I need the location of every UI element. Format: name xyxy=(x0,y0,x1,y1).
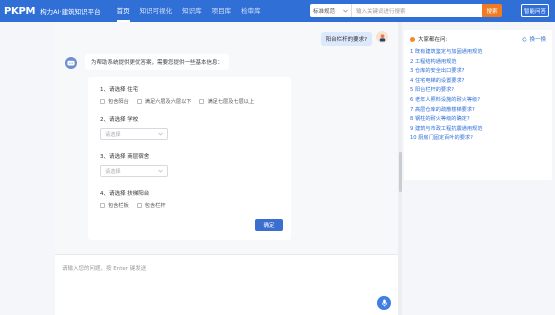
checkbox-icon[interactable] xyxy=(136,99,142,104)
panel-title: 大家都在问: xyxy=(410,35,447,43)
chat-area: 阳台栏杆的要求? 为帮助系统提供更优答案，需要您提供一些基本信息： 1、请选择 … xyxy=(55,22,398,315)
option-label: 满足六层及六层以下 xyxy=(144,99,192,105)
option-label: 满足七层及七层以上 xyxy=(207,99,255,105)
question-link[interactable]: 4 住宅电梯的设置要求? xyxy=(410,77,546,87)
search-bar: 标准规范 输入关键词进行搜索 搜索 xyxy=(310,4,502,17)
checkbox-icon[interactable] xyxy=(199,99,205,104)
question-link[interactable]: 3 仓库的安全出口要求? xyxy=(410,67,546,77)
option-checkbox[interactable]: 满足六层及六层以下 xyxy=(136,98,192,105)
nav-project-library[interactable]: 项目库 xyxy=(212,0,232,22)
nav-home[interactable]: 首页 xyxy=(116,0,130,22)
checkbox-icon[interactable] xyxy=(136,203,142,208)
info-form-card: 1、请选择 住宅 包含阳台 满足六层及六层以下 满足七层及七层以上 2、请选择 … xyxy=(88,77,291,240)
question-title: 1、请选择 住宅 xyxy=(100,87,139,93)
question-link[interactable]: 1 既有建筑鉴定与加固通用规范 xyxy=(410,48,546,58)
chat-scrollbar[interactable] xyxy=(398,22,402,315)
chevron-down-icon xyxy=(158,169,163,173)
dormitory-select[interactable]: 请选择 xyxy=(100,165,168,177)
chevron-down-icon xyxy=(343,9,348,13)
panel-header: 大家都在问: 换一换 xyxy=(410,35,546,43)
question-title: 4、请选择 扶梯阳台 xyxy=(100,191,150,197)
question-link[interactable]: 10 厨房门固定百叶的要求? xyxy=(410,134,546,144)
option-label: 包含栏杆 xyxy=(144,203,166,209)
option-checkbox[interactable]: 包含阳台 xyxy=(100,98,129,105)
checkbox-icon[interactable] xyxy=(100,99,105,104)
nav-knowledge-base[interactable]: 知识库 xyxy=(182,0,202,22)
smart-qa-button[interactable]: 智能问答 xyxy=(521,4,549,17)
question-options: 包含阳台 满足六层及六层以下 满足七层及七层以上 xyxy=(100,98,279,105)
option-label: 包含阳台 xyxy=(108,99,129,105)
microphone-icon xyxy=(381,299,387,307)
dot-icon xyxy=(410,36,415,42)
search-category-select[interactable]: 标准规范 xyxy=(310,4,352,17)
user-message: 阳台栏杆的要求? xyxy=(320,32,372,46)
refresh-button[interactable]: 换一换 xyxy=(522,35,546,43)
question-link[interactable]: 7 高层仓库的疏散楼梯要求? xyxy=(410,106,546,116)
nav-review-library[interactable]: 检审库 xyxy=(241,0,261,22)
checkbox-icon[interactable] xyxy=(100,203,105,208)
panel-title-text: 大家都在问: xyxy=(418,37,448,43)
question-link[interactable]: 5 阳台栏杆的要求? xyxy=(410,86,546,96)
question-link[interactable]: 8 钢柱的耐火等级的确定? xyxy=(410,115,546,125)
select-placeholder: 请选择 xyxy=(105,131,121,138)
chevron-down-icon xyxy=(158,132,163,136)
scroll-thumb[interactable] xyxy=(398,152,402,192)
question-link[interactable]: 9 建筑与市政工程抗震通用规范 xyxy=(410,125,546,135)
message-input[interactable]: 请输入您的问题，按 Enter 键发送 xyxy=(62,264,146,272)
nav-knowledge-visualization[interactable]: 知识可视化 xyxy=(140,0,173,22)
voice-input-button[interactable] xyxy=(377,296,391,310)
popular-questions-panel: 大家都在问: 换一换 1 既有建筑鉴定与加固通用规范 2 工程结构通用规范 3 … xyxy=(404,30,552,180)
person-icon xyxy=(379,33,385,42)
search-button[interactable]: 搜索 xyxy=(482,4,502,17)
bot-intro-message: 为帮助系统提供更优答案，需要您提供一些基本信息： xyxy=(85,54,230,70)
select-placeholder: 请选择 xyxy=(105,168,121,175)
refresh-label: 换一换 xyxy=(529,37,546,43)
bot-avatar xyxy=(65,57,77,69)
question-title: 2、请选择 学校 xyxy=(100,117,139,123)
question-link[interactable]: 6 老年人照料设施的耐火等级? xyxy=(410,96,546,106)
app-title: 构力AI·建筑知识平台 xyxy=(40,8,101,16)
option-checkbox[interactable]: 满足七层及七层以上 xyxy=(199,98,254,105)
option-checkbox[interactable]: 包含栏杆 xyxy=(136,202,166,209)
chat-bubble-icon xyxy=(67,60,75,65)
message-input-area[interactable]: 请输入您的问题，按 Enter 键发送 xyxy=(55,254,398,315)
main-nav: 首页 知识可视化 知识库 项目库 检审库 xyxy=(116,0,271,22)
question-options: 包含栏板 包含栏杆 xyxy=(100,202,279,209)
search-category-label: 标准规范 xyxy=(313,8,336,15)
confirm-button[interactable]: 确定 xyxy=(255,219,283,231)
user-avatar xyxy=(376,31,388,43)
logo-mark: PKPM xyxy=(4,5,36,17)
option-label: 包含栏板 xyxy=(108,203,129,209)
search-input[interactable]: 输入关键词进行搜索 xyxy=(352,4,482,17)
refresh-icon xyxy=(523,36,527,41)
top-bar: PKPM 构力AI·建筑知识平台 首页 知识可视化 知识库 项目库 检审库 标准… xyxy=(0,0,555,22)
question-link[interactable]: 2 工程结构通用规范 xyxy=(410,58,546,68)
logo[interactable]: PKPM 构力AI·建筑知识平台 xyxy=(4,6,101,17)
option-checkbox[interactable]: 包含栏板 xyxy=(100,202,129,209)
question-title: 3、请选择 商层宿舍 xyxy=(100,154,150,160)
school-select[interactable]: 请选择 xyxy=(100,128,168,140)
